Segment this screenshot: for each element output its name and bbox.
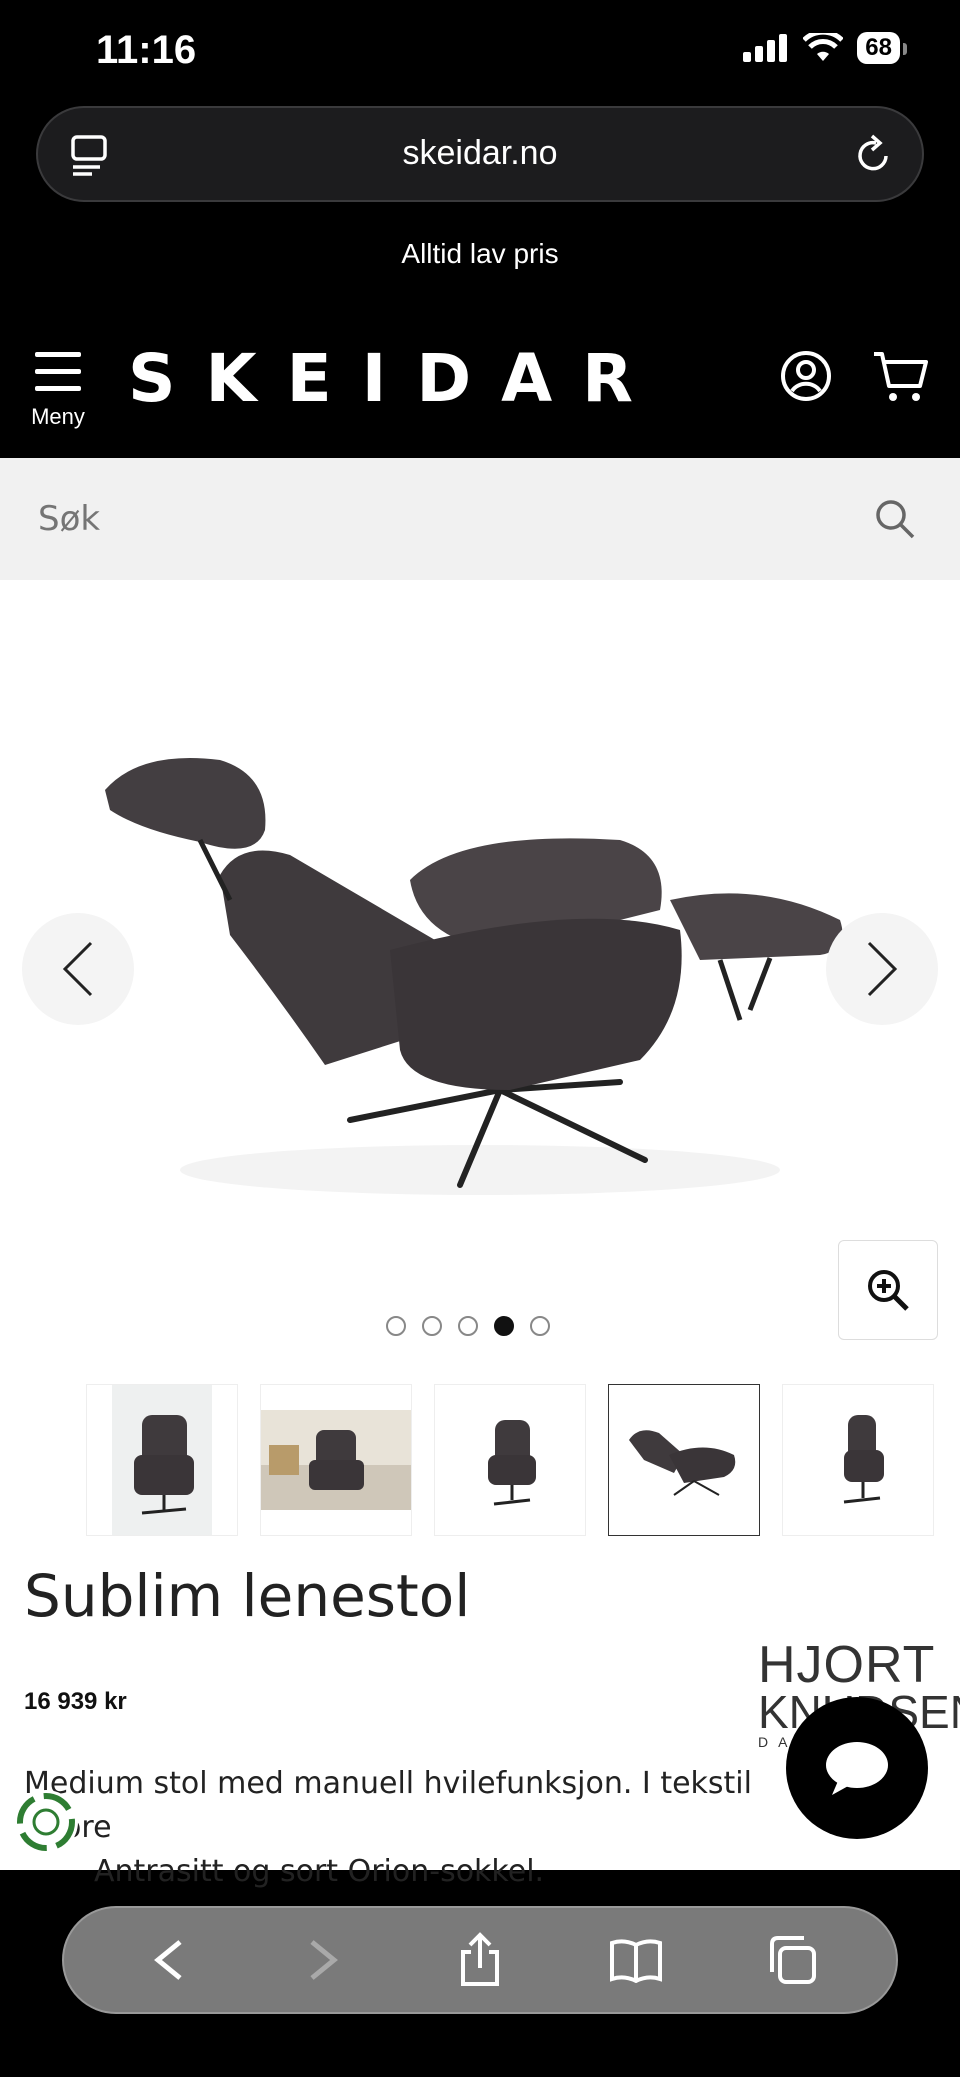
search-input[interactable] xyxy=(36,488,840,550)
thumbnail-strip xyxy=(86,1384,934,1536)
tabs-icon[interactable] xyxy=(752,1920,832,2000)
zoom-button[interactable] xyxy=(838,1240,938,1340)
chat-button[interactable] xyxy=(786,1697,928,1839)
product-description: Medium stol med manuell hvilefunksjon. I… xyxy=(24,1762,824,1894)
status-time: 11:16 xyxy=(96,28,197,72)
signal-icon xyxy=(743,34,788,62)
browser-toolbar xyxy=(62,1906,898,2014)
gallery-dot-active[interactable] xyxy=(494,1316,514,1336)
thumbnail[interactable] xyxy=(782,1384,934,1536)
product-title: Sublim lenestol xyxy=(24,1562,471,1630)
status-icons: 68 xyxy=(743,32,907,64)
product-price: 16 939 kr xyxy=(24,1688,127,1715)
gallery-next-button[interactable] xyxy=(826,913,938,1025)
recycle-badge[interactable] xyxy=(14,1790,78,1854)
url-text: skeidar.no xyxy=(402,134,558,172)
promo-banner: Alltid lav pris xyxy=(401,238,559,269)
address-bar[interactable]: skeidar.no xyxy=(36,106,924,202)
gallery-dot[interactable] xyxy=(422,1316,442,1336)
brand-name-line1: HJORT xyxy=(758,1636,936,1694)
search-icon[interactable] xyxy=(874,498,916,544)
bookmarks-icon[interactable] xyxy=(596,1920,676,2000)
gallery-pagination xyxy=(386,1316,550,1336)
chevron-left-icon xyxy=(62,941,93,997)
account-icon[interactable] xyxy=(780,350,832,406)
wifi-icon xyxy=(803,33,844,61)
gallery-prev-button[interactable] xyxy=(22,913,134,1025)
thumbnail[interactable] xyxy=(260,1384,412,1536)
chat-icon xyxy=(826,1742,888,1795)
chevron-right-icon xyxy=(867,941,898,997)
description-line: Medium stol med manuell hvilefunksjon. I… xyxy=(24,1766,752,1845)
thumbnail[interactable] xyxy=(86,1384,238,1536)
search-bar xyxy=(0,458,960,580)
battery-indicator: 68 xyxy=(857,32,907,64)
menu-button[interactable]: Meny xyxy=(28,350,88,430)
menu-label: Meny xyxy=(31,404,85,429)
gallery-dot[interactable] xyxy=(458,1316,478,1336)
thumbnail-selected[interactable] xyxy=(608,1384,760,1536)
cart-icon[interactable] xyxy=(872,350,930,408)
back-icon[interactable] xyxy=(128,1920,208,2000)
zoom-in-icon xyxy=(868,1270,909,1311)
gallery-dot[interactable] xyxy=(530,1316,550,1336)
gallery-dot[interactable] xyxy=(386,1316,406,1336)
share-icon[interactable] xyxy=(440,1920,520,2000)
thumbnail[interactable] xyxy=(434,1384,586,1536)
hamburger-icon xyxy=(35,352,81,391)
product-main-image[interactable] xyxy=(80,730,880,1214)
reload-icon[interactable] xyxy=(854,132,894,180)
recycle-icon xyxy=(17,1793,75,1851)
site-logo[interactable]: SKEIDAR xyxy=(128,340,663,417)
description-line: Antrasitt og sort Orion-sokkel. xyxy=(94,1854,545,1889)
forward-icon xyxy=(284,1920,364,2000)
